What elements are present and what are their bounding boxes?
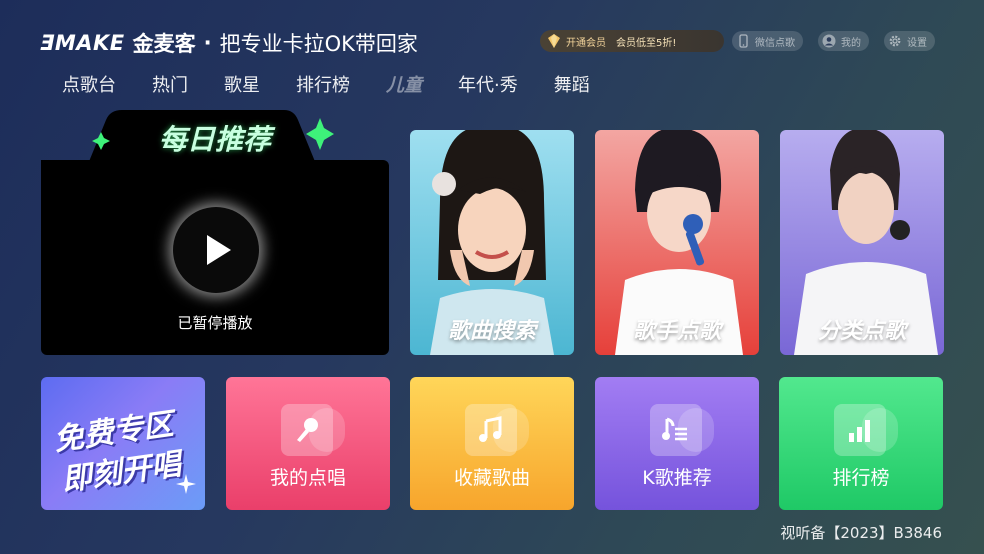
brand-logo: ƎMAKE — [40, 31, 125, 55]
bar-chart-icon — [834, 404, 898, 456]
tab-kids[interactable]: 儿童 — [386, 71, 422, 97]
brand-slogan: 把专业卡拉OK带回家 — [219, 32, 418, 56]
category-search-card[interactable]: 分类点歌 — [780, 130, 944, 355]
song-search-card[interactable]: 歌曲搜索 — [410, 130, 574, 355]
settings-label: 设置 — [907, 37, 927, 49]
play-icon — [207, 235, 231, 265]
sparkle-icon — [176, 474, 196, 494]
free-zone-tile[interactable]: 免费专区 即刻开唱 — [41, 377, 205, 510]
vip-button[interactable]: 开通会员 会员低至5折! — [540, 30, 724, 52]
tab-dance[interactable]: 舞蹈 — [554, 71, 590, 97]
brand: ƎMAKE 金麦客 · 把专业卡拉OK带回家 — [40, 28, 418, 58]
main-nav: 点歌台 热门 歌星 排行榜 儿童 年代·秀 舞蹈 — [62, 70, 626, 98]
singer-search-card[interactable]: 歌手点歌 — [595, 130, 759, 355]
user-icon — [822, 34, 836, 48]
brand-separator: · — [203, 31, 212, 55]
tile-label: 我的点唱 — [269, 467, 346, 489]
daily-recommend-title: 每日推荐 — [158, 123, 271, 156]
tab-decades[interactable]: 年代·秀 — [458, 71, 518, 97]
card-label: 歌手点歌 — [632, 319, 721, 344]
tab-rankings[interactable]: 排行榜 — [296, 71, 350, 97]
card-label: 分类点歌 — [817, 319, 906, 344]
my-songs-tile[interactable]: 我的点唱 — [226, 377, 390, 510]
wechat-order-button[interactable]: 微信点歌 — [732, 31, 803, 51]
playback-status: 已暂停播放 — [177, 314, 253, 332]
tab-song-station[interactable]: 点歌台 — [62, 71, 116, 97]
brand-name: 金麦客 — [132, 32, 196, 56]
tile-label: 排行榜 — [832, 467, 890, 489]
tab-singers[interactable]: 歌星 — [224, 71, 260, 97]
vip-promo: 会员低至5折! — [616, 37, 677, 49]
diamond-icon — [548, 34, 560, 48]
my-button[interactable]: 我的 — [818, 31, 869, 51]
my-label: 我的 — [841, 37, 861, 49]
music-note-icon — [465, 404, 529, 456]
rankings-tile[interactable]: 排行榜 — [779, 377, 943, 510]
k-recommend-tile[interactable]: K歌推荐 — [595, 377, 759, 510]
favorite-songs-tile[interactable]: 收藏歌曲 — [410, 377, 574, 510]
license-text: 视听备【2023】B3846 — [780, 524, 942, 542]
card-label: 歌曲搜索 — [447, 319, 536, 344]
music-list-icon — [650, 404, 714, 456]
tile-label: K歌推荐 — [642, 467, 712, 489]
vip-label: 开通会员 — [566, 37, 606, 49]
phone-icon — [739, 34, 748, 48]
settings-button[interactable]: 设置 — [884, 31, 935, 51]
wechat-order-label: 微信点歌 — [755, 37, 795, 49]
play-button[interactable] — [173, 207, 259, 293]
microphone-icon — [281, 404, 345, 456]
tile-label: 收藏歌曲 — [453, 467, 530, 489]
tab-hot[interactable]: 热门 — [152, 71, 188, 97]
gear-icon — [889, 35, 901, 47]
